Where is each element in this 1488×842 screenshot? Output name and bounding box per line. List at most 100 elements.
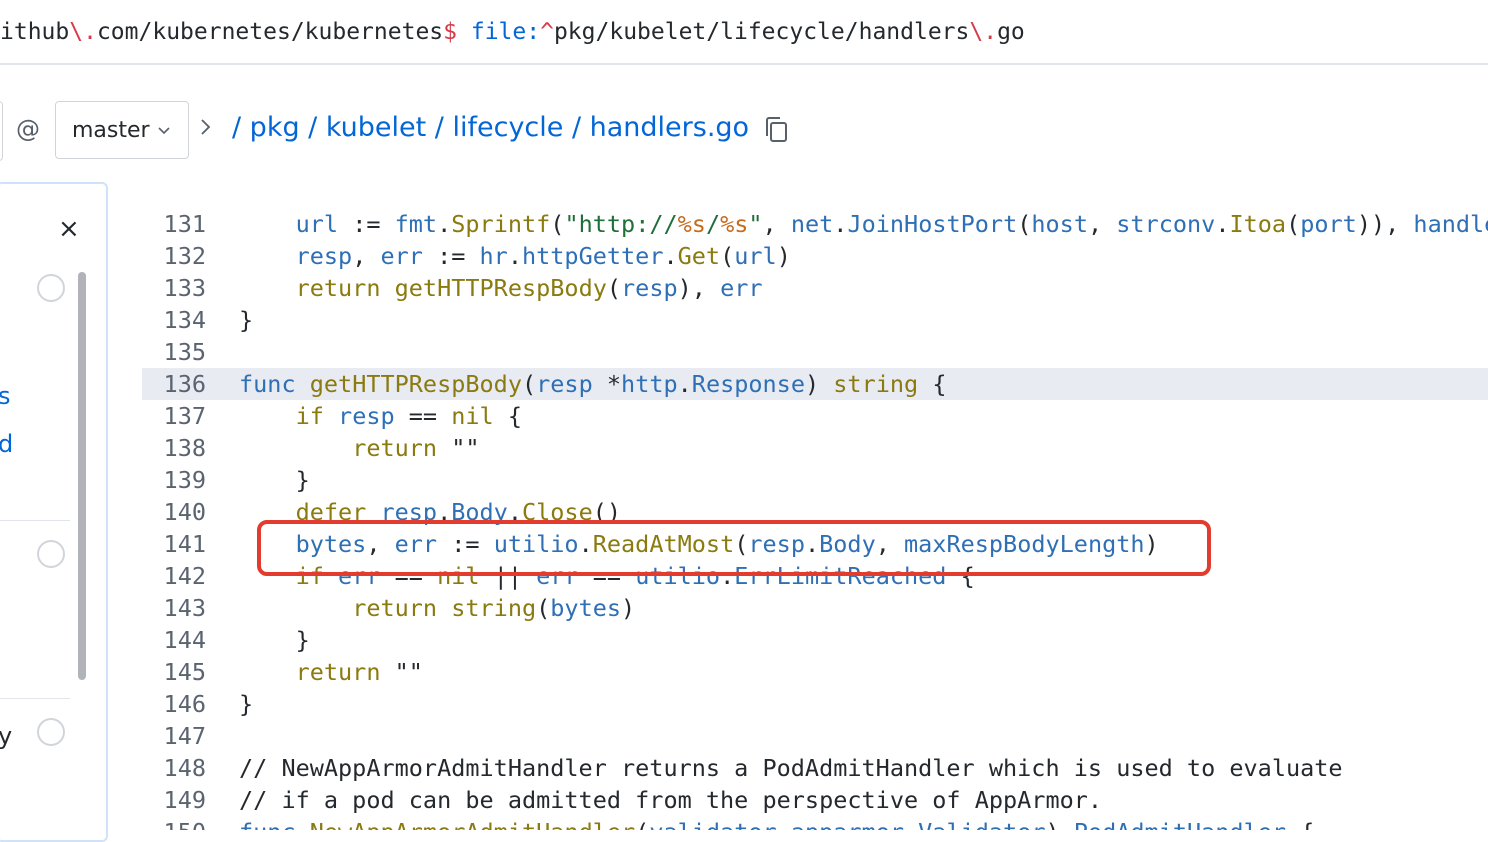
code-token: validator (649, 818, 790, 830)
code-token: . (507, 242, 522, 270)
code-token: %s (677, 210, 706, 238)
code-token: ( (521, 370, 537, 398)
line-number[interactable]: 138 (142, 432, 206, 464)
panel-snippet-text[interactable]: s (0, 382, 11, 410)
code-token: } (295, 626, 310, 654)
at-separator: @ (16, 115, 40, 143)
code-token: url (734, 242, 777, 270)
line-number[interactable]: 150 (142, 816, 206, 830)
code-token: { (1286, 818, 1314, 830)
line-number[interactable]: 137 (142, 400, 206, 432)
code-token: } (239, 306, 254, 334)
code-token: == (394, 402, 452, 430)
code-token: Validator (918, 818, 1045, 830)
radio-button[interactable] (37, 718, 65, 746)
search-query-segment: ithub (0, 19, 70, 45)
code-token: "" (394, 658, 423, 686)
copy-icon[interactable] (764, 116, 790, 144)
close-icon[interactable]: × (58, 214, 80, 244)
code-token: . (833, 210, 848, 238)
code-token: JoinHostPort (847, 210, 1018, 238)
line-number[interactable]: 143 (142, 592, 206, 624)
code-token: handler (1413, 210, 1488, 238)
line-number[interactable]: 146 (142, 688, 206, 720)
line-number[interactable]: 132 (142, 240, 206, 272)
line-number[interactable]: 145 (142, 656, 206, 688)
line-number[interactable]: 141 (142, 528, 206, 560)
code-token: ), (677, 274, 721, 302)
line-number[interactable]: 142 (142, 560, 206, 592)
code-token: := (422, 242, 480, 270)
code-token: resp (536, 370, 607, 398)
line-number[interactable]: 144 (142, 624, 206, 656)
divider (0, 698, 70, 699)
code-token: . (677, 370, 692, 398)
line-number[interactable]: 134 (142, 304, 206, 336)
line-number[interactable]: 131 (142, 208, 206, 240)
file-path-link[interactable]: / pkg / kubelet / lifecycle / handlers.g… (232, 112, 749, 143)
code-line: 146} (142, 688, 1488, 720)
code-line: 144 } (142, 624, 1488, 656)
code-token: http (621, 370, 678, 398)
code-token: Itoa (1229, 210, 1287, 238)
radio-button[interactable] (37, 274, 65, 302)
code-token: resp (295, 242, 353, 270)
code-token: return (352, 434, 452, 462)
code-token: err (720, 274, 763, 302)
code-text: func NewAppArmorAdmitHandler(validator a… (239, 816, 1314, 830)
chevron-right-icon (200, 117, 212, 141)
annotation-highlight-box (257, 520, 1211, 576)
code-token: url (295, 210, 339, 238)
line-number[interactable]: 136 (142, 368, 206, 400)
repo-selector-button[interactable] (0, 101, 3, 161)
code-token: . (1215, 210, 1230, 238)
line-number[interactable]: 135 (142, 336, 206, 368)
code-line: 132 resp, err := hr.httpGetter.Get(url) (142, 240, 1488, 272)
code-line: 145 return "" (142, 656, 1488, 688)
code-viewer[interactable]: 131 url := fmt.Sprintf("http://%s/%s", n… (142, 175, 1488, 830)
line-number[interactable]: 149 (142, 784, 206, 816)
scrollbar[interactable] (78, 272, 86, 680)
code-token: string (833, 370, 919, 398)
search-query-segment: file: (457, 19, 541, 45)
code-token: , (1087, 210, 1117, 238)
code-token: return (352, 594, 452, 622)
line-number[interactable]: 140 (142, 496, 206, 528)
code-token: NewAppArmorAdmitHandler (310, 818, 635, 830)
line-number[interactable]: 133 (142, 272, 206, 304)
code-token: ( (1286, 210, 1301, 238)
search-query-segment: $ (443, 19, 457, 45)
search-query-segment: ^ (540, 19, 554, 45)
code-token: port (1300, 210, 1357, 238)
code-token: . (904, 818, 918, 830)
code-token: "" (451, 434, 480, 462)
code-token: " (748, 210, 763, 238)
code-token: , (762, 210, 791, 238)
code-line: 134} (142, 304, 1488, 336)
code-text: // if a pod can be admitted from the per… (239, 784, 1102, 816)
code-token: nil (451, 402, 494, 430)
code-token: func (239, 818, 310, 830)
code-token: ) (804, 370, 834, 398)
code-line: 133 return getHTTPRespBody(resp), err (142, 272, 1488, 304)
branch-select[interactable]: master (55, 101, 189, 159)
line-number[interactable]: 148 (142, 752, 206, 784)
search-query-input[interactable]: ithub\.com/kubernetes/kubernetes$ file:^… (0, 17, 1025, 47)
line-number[interactable]: 147 (142, 720, 206, 752)
panel-snippet-text[interactable]: d (0, 430, 13, 458)
breadcrumb: @ master / pkg / kubelet / lifecycle / h… (0, 65, 1488, 175)
search-bar[interactable]: ithub\.com/kubernetes/kubernetes$ file:^… (0, 0, 1488, 65)
radio-button[interactable] (37, 540, 65, 568)
code-token: // NewAppArmorAdmitHandler returns a Pod… (239, 754, 1343, 782)
code-line: 131 url := fmt.Sprintf("http://%s/%s", n… (142, 208, 1488, 240)
code-token: strconv (1116, 210, 1216, 238)
code-token: Response (691, 370, 805, 398)
code-token: ) (621, 594, 636, 622)
code-token: ( (1017, 210, 1032, 238)
line-number[interactable]: 139 (142, 464, 206, 496)
code-token: return (295, 658, 395, 686)
code-token: bytes (550, 594, 622, 622)
code-token: } (239, 690, 254, 718)
